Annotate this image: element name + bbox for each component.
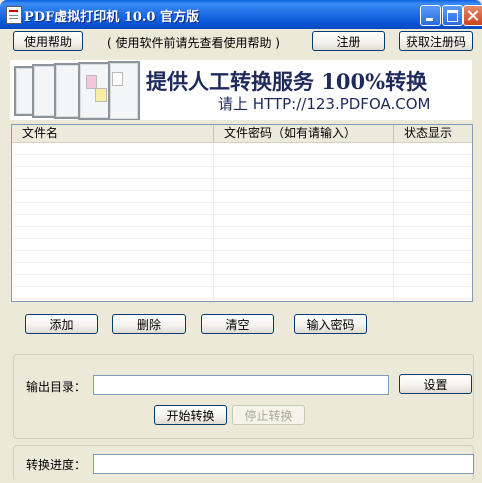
title-bar[interactable]: PDF虚拟打印机 10.0 官方版 xyxy=(0,0,482,29)
table-row xyxy=(12,251,472,263)
table-row xyxy=(12,263,472,275)
banner-title: 提供人工转换服务 100%转换 xyxy=(146,69,428,94)
get-register-code-button[interactable]: 获取注册码 xyxy=(399,31,473,51)
table-row xyxy=(12,287,472,299)
column-divider xyxy=(213,143,214,301)
banner-url[interactable]: 请上 HTTP://123.PDFOA.COM xyxy=(218,93,430,114)
column-header-status[interactable]: 状态显示 xyxy=(394,125,472,142)
help-button[interactable]: 使用帮助 xyxy=(13,31,83,51)
file-list-table[interactable]: 文件名 文件密码（如有请输入） 状态显示 xyxy=(11,124,473,302)
table-header: 文件名 文件密码（如有请输入） 状态显示 xyxy=(12,125,472,143)
column-header-filename[interactable]: 文件名 xyxy=(12,125,214,142)
output-dir-input[interactable] xyxy=(93,375,389,395)
output-dir-label: 输出目录： xyxy=(26,380,87,394)
table-row xyxy=(12,191,472,203)
maximize-button[interactable] xyxy=(442,5,463,26)
clear-button[interactable]: 清空 xyxy=(201,314,274,334)
close-button[interactable] xyxy=(463,5,482,26)
progress-bar xyxy=(93,454,474,474)
table-row xyxy=(12,227,472,239)
table-row xyxy=(12,155,472,167)
start-convert-button[interactable]: 开始转换 xyxy=(154,405,227,425)
table-row xyxy=(12,143,472,155)
column-header-password[interactable]: 文件密码（如有请输入） xyxy=(214,125,394,142)
settings-button[interactable]: 设置 xyxy=(399,374,472,394)
output-group xyxy=(13,354,474,439)
app-printer-icon xyxy=(6,6,22,24)
minimize-button[interactable] xyxy=(420,5,441,26)
progress-label: 转换进度： xyxy=(26,458,87,472)
add-button[interactable]: 添加 xyxy=(25,314,98,334)
delete-button[interactable]: 删除 xyxy=(112,314,186,334)
column-divider xyxy=(393,143,394,301)
table-row xyxy=(12,275,472,287)
app-window: PDF虚拟打印机 10.0 官方版 使用帮助 ( 使用软件前请先查看使用帮助 )… xyxy=(0,0,482,483)
table-row xyxy=(12,203,472,215)
table-row xyxy=(12,215,472,227)
table-row xyxy=(12,179,472,191)
help-hint-text: ( 使用软件前请先查看使用帮助 ) xyxy=(107,36,280,50)
promo-banner[interactable]: 提供人工转换服务 100%转换 请上 HTTP://123.PDFOA.COM xyxy=(10,60,472,120)
stop-convert-button[interactable]: 停止转换 xyxy=(232,405,305,425)
table-body[interactable] xyxy=(12,143,472,299)
table-row xyxy=(12,239,472,251)
table-row xyxy=(12,167,472,179)
window-title: PDF虚拟打印机 10.0 官方版 xyxy=(24,10,199,25)
register-button[interactable]: 注册 xyxy=(312,31,385,51)
enter-password-button[interactable]: 输入密码 xyxy=(294,314,367,334)
